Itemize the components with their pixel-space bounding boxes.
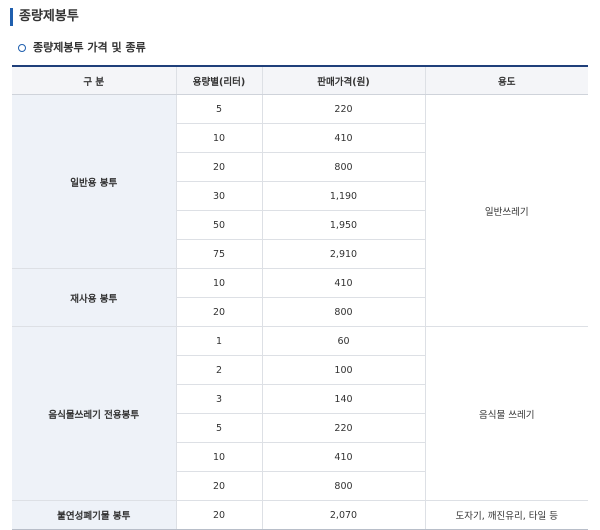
price-cell: 410 — [261, 268, 425, 298]
capacity-cell: 10 — [175, 442, 262, 472]
capacity-cell: 1 — [175, 326, 262, 356]
capacity-cell: 10 — [175, 268, 262, 298]
page-title-text: 종량제봉투 — [19, 9, 79, 24]
capacity-cell: 20 — [175, 297, 262, 327]
section-title-text: 종량제봉투 가격 및 종류 — [33, 41, 146, 54]
capacity-cell: 5 — [175, 413, 262, 443]
category-label: 음식물쓰레기 전용봉투 — [48, 409, 140, 421]
page-title: 종량제봉투 — [10, 8, 79, 26]
capacity-cell: 2 — [175, 355, 262, 385]
price-cell: 2,070 — [261, 500, 425, 530]
capacity-cell: 10 — [175, 123, 262, 153]
price-cell: 800 — [261, 297, 425, 327]
usage-cell: 일반쓰레기 — [424, 94, 588, 327]
price-cell: 1,950 — [261, 210, 425, 240]
price-cell: 410 — [261, 123, 425, 153]
table-row: 음식물쓰레기 전용봉투 1 60 음식물 쓰레기 — [12, 326, 588, 501]
capacity-cell: 20 — [175, 500, 262, 530]
header-price: 판매가격(원) — [261, 65, 425, 95]
price-cell: 140 — [261, 384, 425, 414]
header-category: 구 분 — [12, 65, 176, 95]
price-cell: 220 — [261, 94, 425, 124]
capacity-cell: 75 — [175, 239, 262, 269]
category-label: 재사용 봉투 — [70, 293, 118, 305]
category-cell: 불연성폐기물 봉투 — [12, 500, 176, 530]
category-label: 일반용 봉투 — [70, 177, 118, 189]
category-label: 불연성폐기물 봉투 — [57, 511, 131, 522]
category-cell: 일반용 봉투 — [12, 94, 176, 269]
capacity-cell: 5 — [175, 94, 262, 124]
category-cell: 재사용 봉투 — [12, 268, 176, 327]
price-cell: 60 — [261, 326, 425, 356]
capacity-cell: 20 — [175, 471, 262, 501]
capacity-cell: 3 — [175, 384, 262, 414]
section-title: 종량제봉투 가격 및 종류 — [18, 40, 146, 56]
capacity-cell: 30 — [175, 181, 262, 211]
table-header-row: 구 분 용량별(리터) 판매가격(원) 용도 — [12, 65, 588, 95]
circle-bullet-icon — [18, 44, 26, 52]
price-cell: 800 — [261, 471, 425, 501]
price-cell: 410 — [261, 442, 425, 472]
price-cell: 800 — [261, 152, 425, 182]
usage-cell: 도자기, 깨진유리, 타일 등 — [424, 500, 588, 530]
price-cell: 220 — [261, 413, 425, 443]
price-cell: 1,190 — [261, 181, 425, 211]
table-row: 일반용 봉투 5 220 일반쓰레기 — [12, 94, 588, 327]
capacity-cell: 20 — [175, 152, 262, 182]
header-usage: 용도 — [424, 65, 588, 95]
capacity-cell: 50 — [175, 210, 262, 240]
header-capacity: 용량별(리터) — [175, 65, 262, 95]
price-cell: 2,910 — [261, 239, 425, 269]
price-cell: 100 — [261, 355, 425, 385]
table-row: 불연성폐기물 봉투 20 2,070 도자기, 깨진유리, 타일 등 — [12, 500, 588, 530]
category-cell: 음식물쓰레기 전용봉투 — [12, 326, 176, 501]
usage-cell: 음식물 쓰레기 — [424, 326, 588, 501]
price-table: 구 분 용량별(리터) 판매가격(원) 용도 일반용 봉투 5 220 일반쓰레… — [12, 65, 588, 530]
